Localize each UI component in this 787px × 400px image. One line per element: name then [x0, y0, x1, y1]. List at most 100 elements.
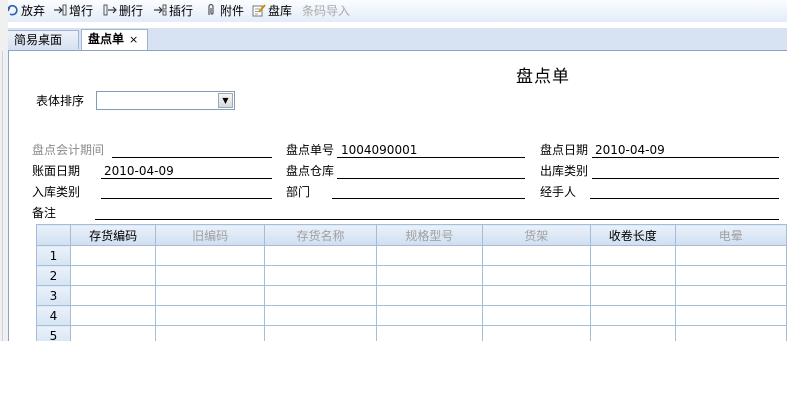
attachment-label: 附件	[220, 4, 245, 18]
out-type-underline	[592, 178, 779, 179]
toolbar: 放弃 增行 删行 插行 附件 盘库 条码导入	[0, 0, 787, 22]
barcode-import-label: 条码导入	[302, 4, 351, 18]
period-label: 盘点会计期间	[32, 143, 105, 157]
add-row-button[interactable]: 增行	[53, 3, 93, 19]
grid-header-row: 存货编码 旧编码 存货名称 规格型号 货架 收卷长度 电晕	[36, 224, 787, 246]
insert-row-label: 插行	[169, 4, 194, 18]
barcode-import-button[interactable]: 条码导入	[300, 3, 350, 19]
table-row[interactable]: 2	[36, 265, 787, 286]
column-header[interactable]: 存货编码	[69, 224, 157, 246]
tab-strip: 简易桌面 盘点单 ×	[0, 28, 787, 51]
grid-cell[interactable]	[481, 305, 592, 326]
grid-cell[interactable]	[155, 325, 265, 341]
close-icon[interactable]: ×	[129, 33, 138, 46]
paperclip-icon	[208, 3, 214, 15]
insert-row-icon	[154, 4, 167, 16]
table-row[interactable]: 3	[36, 285, 787, 306]
grid-cell[interactable]	[263, 265, 378, 286]
grid-cell[interactable]	[155, 245, 265, 266]
grid-cell[interactable]	[481, 245, 592, 266]
book-date-label: 账面日期	[32, 164, 81, 178]
row-number[interactable]: 1	[36, 245, 71, 266]
inventory-label: 盘库	[268, 4, 293, 18]
grid-cell[interactable]	[376, 265, 483, 286]
grid-cell[interactable]	[674, 245, 787, 266]
column-header[interactable]: 电晕	[674, 224, 787, 246]
number-underline	[337, 157, 525, 158]
grid-cell[interactable]	[69, 285, 157, 306]
table-row[interactable]: 5	[36, 325, 787, 341]
row-number[interactable]: 3	[36, 285, 71, 306]
row-number[interactable]: 5	[36, 325, 71, 341]
detail-grid: 存货编码 旧编码 存货名称 规格型号 货架 收卷长度 电晕 1 2 3 4 5	[36, 224, 787, 341]
row-number[interactable]: 2	[36, 265, 71, 286]
grid-cell[interactable]	[674, 305, 787, 326]
insert-row-button[interactable]: 插行	[153, 3, 193, 19]
handler-underline	[590, 198, 779, 199]
warehouse-label: 盘点仓库	[286, 164, 335, 178]
grid-cell[interactable]	[69, 245, 157, 266]
grid-cell[interactable]	[263, 325, 378, 341]
grid-cell[interactable]	[674, 325, 787, 341]
grid-cell[interactable]	[376, 285, 483, 306]
delete-row-button[interactable]: 删行	[103, 3, 143, 19]
column-header[interactable]: 规格型号	[376, 224, 483, 246]
grid-cell[interactable]	[263, 305, 378, 326]
out-type-label: 出库类别	[540, 164, 589, 178]
sort-select[interactable]: ▼	[96, 91, 235, 110]
book-date-field[interactable]: 2010-04-09	[104, 164, 174, 178]
grid-cell[interactable]	[69, 305, 157, 326]
grid-cell[interactable]	[376, 305, 483, 326]
grid-cell[interactable]	[155, 265, 265, 286]
grid-corner	[36, 224, 71, 246]
chevron-down-icon[interactable]: ▼	[218, 93, 233, 108]
grid-cell[interactable]	[590, 325, 676, 341]
attachment-button[interactable]: 附件	[204, 3, 244, 19]
column-header[interactable]: 收卷长度	[590, 224, 676, 246]
grid-cell[interactable]	[263, 245, 378, 266]
grid-cell[interactable]	[155, 305, 265, 326]
in-type-label: 入库类别	[32, 185, 81, 199]
grid-cell[interactable]	[590, 265, 676, 286]
inventory-icon	[252, 4, 266, 17]
inventory-button[interactable]: 盘库	[252, 3, 292, 19]
table-row[interactable]: 4	[36, 305, 787, 326]
tab-simple-desktop[interactable]: 简易桌面	[7, 30, 79, 49]
grid-cell[interactable]	[155, 285, 265, 306]
left-rail	[0, 0, 8, 341]
date-label: 盘点日期	[540, 143, 589, 157]
grid-cell[interactable]	[69, 325, 157, 341]
remark-label: 备注	[32, 206, 57, 220]
grid-cell[interactable]	[376, 245, 483, 266]
grid-cell[interactable]	[376, 325, 483, 341]
book-date-underline	[101, 178, 272, 179]
row-number[interactable]: 4	[36, 305, 71, 326]
grid-cell[interactable]	[590, 305, 676, 326]
warehouse-underline	[337, 178, 525, 179]
sort-label: 表体排序	[36, 94, 85, 108]
add-row-label: 增行	[69, 4, 94, 18]
grid-cell[interactable]	[481, 325, 592, 341]
grid-cell[interactable]	[481, 265, 592, 286]
column-header[interactable]: 存货名称	[263, 224, 378, 246]
discard-button[interactable]: 放弃	[5, 3, 45, 19]
number-field[interactable]: 1004090001	[341, 143, 417, 157]
grid-cell[interactable]	[674, 285, 787, 306]
grid-cell[interactable]	[481, 285, 592, 306]
column-header[interactable]: 旧编码	[155, 224, 265, 246]
delete-row-label: 删行	[119, 4, 144, 18]
grid-cell[interactable]	[590, 245, 676, 266]
grid-cell[interactable]	[590, 285, 676, 306]
column-header[interactable]: 货架	[481, 224, 592, 246]
page-title: 盘点单	[516, 67, 570, 87]
date-field[interactable]: 2010-04-09	[595, 143, 665, 157]
grid-cell[interactable]	[69, 265, 157, 286]
period-underline	[112, 157, 272, 158]
grid-cell[interactable]	[263, 285, 378, 306]
discard-label: 放弃	[21, 4, 46, 18]
table-row[interactable]: 1	[36, 245, 787, 266]
number-label: 盘点单号	[286, 143, 335, 157]
grid-cell[interactable]	[674, 265, 787, 286]
in-type-underline	[101, 198, 272, 199]
tab-stocktake[interactable]: 盘点单 ×	[81, 29, 148, 50]
